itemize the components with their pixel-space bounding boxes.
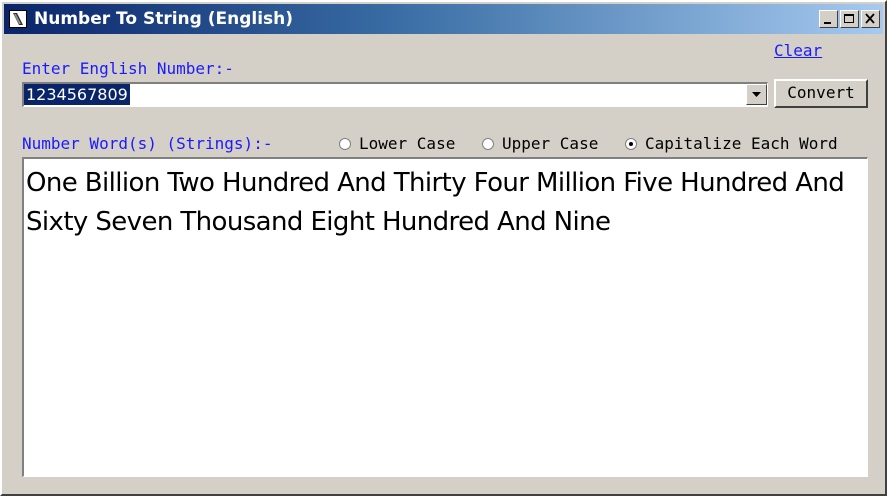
output-textarea[interactable]: One Billion Two Hundred And Thirty Four … xyxy=(22,157,868,477)
number-input-label: Enter English Number:- xyxy=(22,59,234,78)
minimize-button[interactable] xyxy=(819,10,838,28)
app-icon[interactable] xyxy=(9,10,27,28)
upper-case-label: Upper Case xyxy=(502,134,599,153)
chevron-down-icon xyxy=(752,92,761,97)
title-bar[interactable]: Number To String (English) xyxy=(4,4,883,34)
lower-case-label: Lower Case xyxy=(359,134,456,153)
number-input-value[interactable]: 1234567809 xyxy=(24,84,130,105)
window-title: Number To String (English) xyxy=(34,9,294,29)
radio-indicator[interactable] xyxy=(482,138,494,150)
capitalize-each-word-radio[interactable]: Capitalize Each Word xyxy=(625,134,838,154)
dropdown-button[interactable] xyxy=(746,84,767,105)
maximize-icon xyxy=(844,14,854,23)
upper-case-radio[interactable]: Upper Case xyxy=(482,134,598,154)
close-button[interactable] xyxy=(861,10,880,28)
clear-link[interactable]: Clear xyxy=(774,41,822,60)
close-icon xyxy=(865,13,875,24)
radio-indicator[interactable] xyxy=(339,138,351,150)
convert-button[interactable]: Convert xyxy=(774,79,868,108)
maximize-button[interactable] xyxy=(840,10,859,28)
radio-indicator-selected[interactable] xyxy=(625,138,637,150)
app-window: Number To String (English) Clear Enter E… xyxy=(0,0,887,496)
lower-case-radio[interactable]: Lower Case xyxy=(339,134,455,154)
minimize-icon xyxy=(824,22,831,24)
number-input-combo[interactable]: 1234567809 xyxy=(22,82,768,107)
output-label: Number Word(s) (Strings):- xyxy=(22,134,273,153)
capitalize-each-word-label: Capitalize Each Word xyxy=(645,134,838,153)
